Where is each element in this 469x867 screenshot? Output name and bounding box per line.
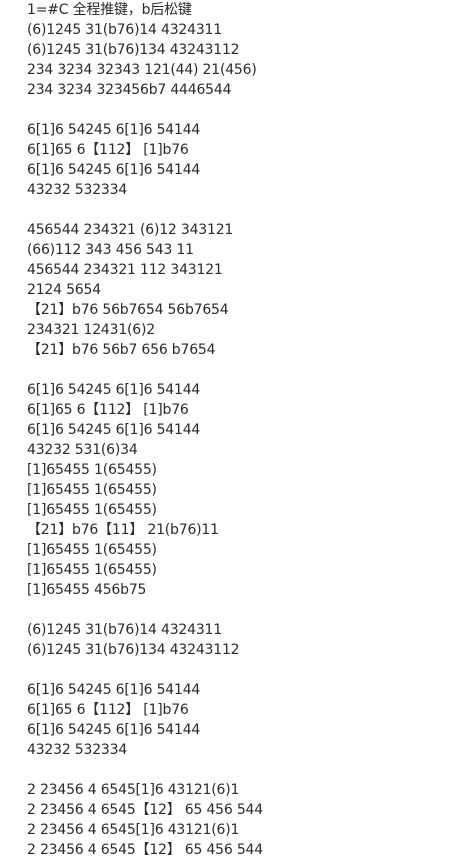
text-line: [1]65455 1(65455) <box>27 462 157 478</box>
text-line: 6[1]6 54245 6[1]6 54144 <box>27 722 201 738</box>
text-line: 2124 5654 <box>27 282 101 298</box>
text-line: 234 3234 323456b7 4446544 <box>27 82 232 98</box>
text-line: [1]65455 456b75 <box>27 582 147 598</box>
text-line: [1]65455 1(65455) <box>27 502 157 518</box>
text-line: 【21】b76【11】 21(b76)11 <box>27 522 219 538</box>
text-line: 456544 234321 112 343121 <box>27 262 223 278</box>
text-line: 43232 532334 <box>27 182 128 198</box>
text-line: 6[1]65 6【112】 [1]b76 <box>27 142 189 158</box>
text-line: (6)1245 31(b76)14 4324311 <box>27 622 222 638</box>
text-line: 6[1]65 6【112】 [1]b76 <box>27 702 189 718</box>
text-line: 43232 532334 <box>27 742 128 758</box>
text-line: (6)1245 31(b76)134 43243112 <box>27 642 240 658</box>
text-line: 6[1]6 54245 6[1]6 54144 <box>27 162 201 178</box>
text-line: 6[1]6 54245 6[1]6 54144 <box>27 422 201 438</box>
text-line: 2 23456 4 6545【12】 65 456 544 <box>27 842 263 858</box>
text-line: 2 23456 4 6545【12】 65 456 544 <box>27 802 263 818</box>
text-line: [1]65455 1(65455) <box>27 542 157 558</box>
text-line: 【21】b76 56b7654 56b7654 <box>27 302 229 318</box>
text-line: 234321 12431(6)2 <box>27 322 155 338</box>
text-line: (6)1245 31(b76)14 4324311 <box>27 22 222 38</box>
text-line: [1]65455 1(65455) <box>27 482 157 498</box>
text-line: [1]65455 1(65455) <box>27 562 157 578</box>
text-line: 456544 234321 (6)12 343121 <box>27 222 234 238</box>
notation-document: 1=#C 全程推键，b后松键 (6)1245 31(b76)14 4324311… <box>0 0 469 860</box>
text-line: (6)1245 31(b76)134 43243112 <box>27 42 240 58</box>
text-line: 2 23456 4 6545[1]6 43121(6)1 <box>27 782 240 798</box>
text-line: 43232 531(6)34 <box>27 442 138 458</box>
text-line: 2 23456 4 6545[1]6 43121(6)1 <box>27 822 240 838</box>
text-line: 234 3234 32343 121(44) 21(456) <box>27 62 257 78</box>
text-line: 1=#C 全程推键，b后松键 <box>27 2 192 18</box>
text-line: 【21】b76 56b7 656 b7654 <box>27 342 216 358</box>
text-line: 6[1]6 54245 6[1]6 54144 <box>27 122 201 138</box>
text-line: (66)112 343 456 543 11 <box>27 242 194 258</box>
text-line: 6[1]6 54245 6[1]6 54144 <box>27 682 201 698</box>
text-line: 6[1]6 54245 6[1]6 54144 <box>27 382 201 398</box>
text-line: 6[1]65 6【112】 [1]b76 <box>27 402 189 418</box>
